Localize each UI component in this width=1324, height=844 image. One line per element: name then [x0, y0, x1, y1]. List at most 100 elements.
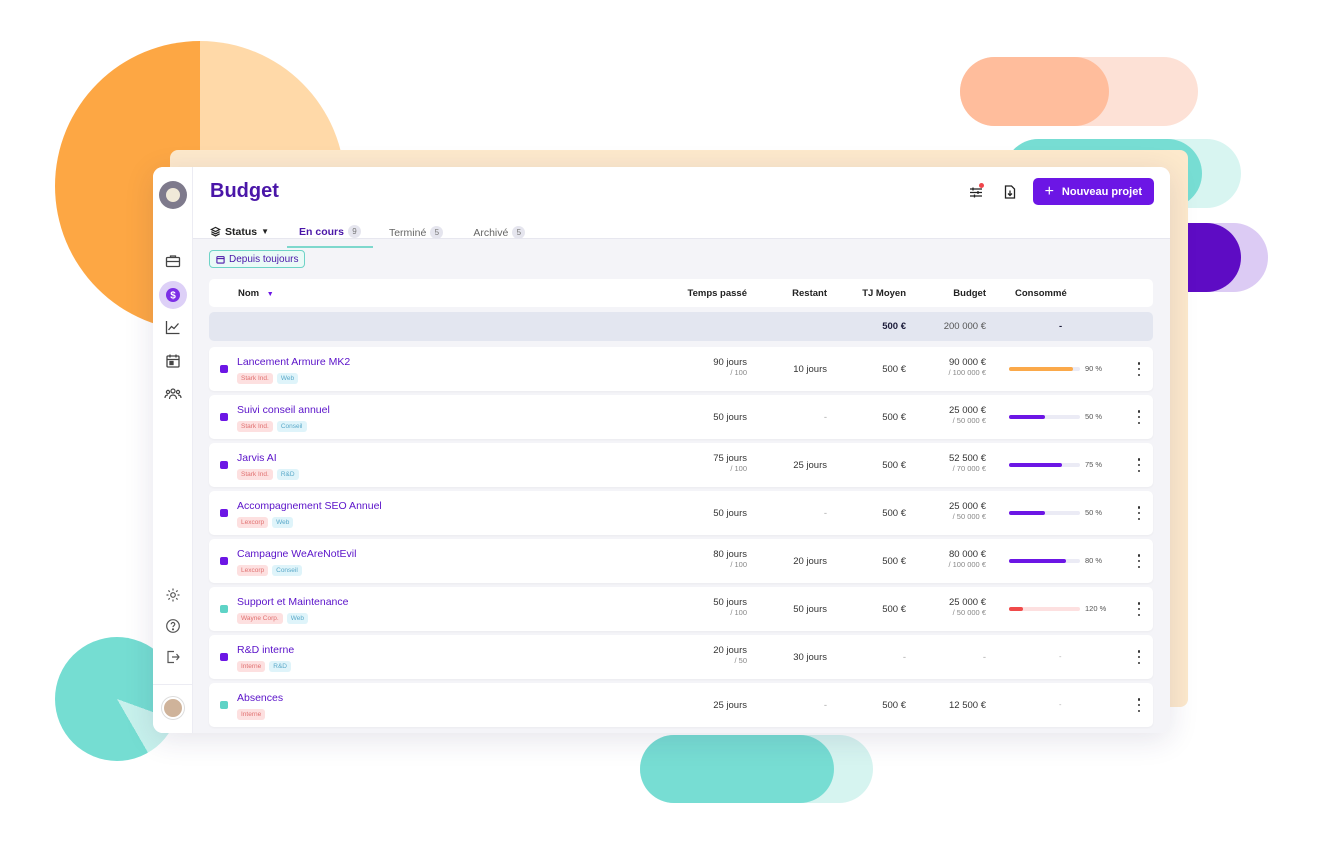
date-filter-chip[interactable]: Depuis toujours — [209, 250, 306, 268]
row-menu-kebab-icon[interactable] — [1137, 362, 1141, 376]
remaining-cell: 25 jours — [793, 460, 827, 471]
settings-gear-icon[interactable] — [161, 583, 185, 607]
consumption-percent: 80 % — [1085, 556, 1103, 565]
new-project-button[interactable]: + Nouveau projet — [1032, 178, 1154, 205]
client-tag: Stark Ind. — [237, 469, 273, 480]
time-spent-cell: 25 jours — [713, 700, 747, 711]
layers-icon — [210, 226, 221, 237]
project-tags: Stark Ind. Web — [237, 373, 299, 384]
table-row[interactable]: Jarvis AI Stark Ind. R&D 75 jours/ 100 25 jo… — [209, 443, 1153, 487]
table-row[interactable]: Support et Maintenance Wayne Corp. Web 50 j… — [209, 587, 1153, 631]
time-total: / 100 — [730, 608, 747, 617]
chart-trend-icon[interactable] — [161, 315, 185, 339]
row-menu-kebab-icon[interactable] — [1137, 410, 1141, 424]
project-name[interactable]: Campagne WeAreNotEvil — [237, 548, 356, 560]
status-dropdown[interactable]: Status ▼ — [210, 226, 269, 238]
time-spent: 90 jours — [713, 357, 747, 368]
project-name[interactable]: R&D interne — [237, 644, 294, 656]
budget-total: / 50 000 € — [952, 608, 986, 617]
consumption-progress-bar — [1009, 367, 1080, 371]
col-avg-rate[interactable]: TJ Moyen — [862, 288, 906, 299]
time-spent: 75 jours — [713, 453, 747, 464]
row-menu-kebab-icon[interactable] — [1137, 698, 1141, 712]
project-name[interactable]: Accompagnement SEO Annuel — [237, 500, 382, 512]
consumption-percent: 50 % — [1085, 508, 1103, 517]
time-spent-cell: 90 jours/ 100 — [713, 357, 747, 377]
col-consumed[interactable]: Consommé — [1015, 288, 1067, 299]
avg-rate-cell: 500 € — [882, 700, 906, 711]
filter-settings-button[interactable] — [965, 181, 987, 203]
time-spent: 50 jours — [713, 597, 747, 608]
project-color-marker — [220, 413, 228, 421]
client-tag: Wayne Corp. — [237, 613, 283, 624]
page-title: Budget — [210, 180, 279, 202]
project-tags: Wayne Corp. Web — [237, 613, 308, 624]
date-filter-label: Depuis toujours — [229, 253, 299, 265]
time-total: / 100 — [730, 560, 747, 569]
table-row[interactable]: Absences Interne 25 jours - 500 € 12 500 € - — [209, 683, 1153, 727]
remaining-cell: 30 jours — [793, 652, 827, 663]
briefcase-icon[interactable] — [161, 249, 185, 273]
project-color-marker — [220, 605, 228, 613]
col-name-label: Nom — [238, 288, 260, 299]
tab-en-cours[interactable]: En cours 9 — [287, 223, 373, 248]
project-color-marker — [220, 509, 228, 517]
project-color-marker — [220, 461, 228, 469]
remaining-cell: 10 jours — [793, 364, 827, 375]
new-project-label: Nouveau projet — [1061, 185, 1142, 198]
app-logo[interactable] — [159, 181, 187, 209]
type-tag: Conseil — [276, 421, 307, 432]
project-name[interactable]: Lancement Armure MK2 — [237, 356, 350, 368]
tab-termine[interactable]: Terminé 5 — [388, 224, 444, 247]
total-avg-rate: 500 € — [882, 321, 906, 332]
col-name[interactable]: Nom ▼ — [238, 288, 274, 299]
project-tags: Lexcorp Conseil — [237, 565, 302, 576]
time-spent-cell: 80 jours/ 100 — [713, 549, 747, 569]
table-row[interactable]: Accompagnement SEO Annuel Lexcorp Web 50 jo… — [209, 491, 1153, 535]
budget-spent: 52 500 € — [949, 453, 986, 464]
table-row[interactable]: R&D interne Interne R&D 20 jours/ 50 30 jour… — [209, 635, 1153, 679]
time-spent: 50 jours — [713, 508, 747, 519]
project-name[interactable]: Jarvis AI — [237, 452, 277, 464]
type-tag: R&D — [276, 469, 299, 480]
export-button[interactable] — [999, 181, 1021, 203]
project-name[interactable]: Support et Maintenance — [237, 596, 349, 608]
plus-icon: + — [1044, 182, 1054, 200]
client-tag: Lexcorp — [237, 565, 269, 576]
row-menu-kebab-icon[interactable] — [1137, 506, 1141, 520]
col-remaining[interactable]: Restant — [792, 288, 827, 299]
client-tag: Lexcorp — [237, 517, 269, 528]
project-tags: Interne R&D — [237, 661, 291, 672]
budget-dollar-icon[interactable]: $ — [159, 281, 187, 309]
budget-cell: 52 500 €/ 70 000 € — [949, 453, 986, 473]
decorative-pill — [960, 57, 1109, 126]
col-time-spent[interactable]: Temps passé — [688, 288, 748, 299]
table-header: Nom ▼ Temps passé Restant TJ Moyen Budge… — [209, 279, 1153, 307]
calendar-small-icon — [216, 255, 225, 264]
row-menu-kebab-icon[interactable] — [1137, 458, 1141, 472]
col-budget[interactable]: Budget — [953, 288, 986, 299]
table-row[interactable]: Lancement Armure MK2 Stark Ind. Web 90 jour… — [209, 347, 1153, 391]
user-avatar[interactable] — [162, 697, 184, 719]
table-row[interactable]: Suivi conseil annuel Stark Ind. Conseil 50 … — [209, 395, 1153, 439]
time-spent: 80 jours — [713, 549, 747, 560]
budget-spent: 12 500 € — [949, 700, 986, 711]
page-header: Budget Status ▼ En cours 9 Terminé 5 Arc… — [193, 167, 1170, 248]
help-icon[interactable] — [161, 614, 185, 638]
budget-total: / 70 000 € — [952, 464, 986, 473]
team-icon[interactable] — [161, 382, 185, 406]
project-name[interactable]: Suivi conseil annuel — [237, 404, 330, 416]
project-name[interactable]: Absences — [237, 692, 283, 704]
table-row[interactable]: Campagne WeAreNotEvil Lexcorp Conseil 80 jo… — [209, 539, 1153, 583]
budget-cell: 90 000 €/ 100 000 € — [948, 357, 986, 377]
main-content: Budget Status ▼ En cours 9 Terminé 5 Arc… — [193, 167, 1170, 733]
tab-label: Terminé — [388, 226, 427, 239]
tab-archive[interactable]: Archivé 5 — [473, 224, 526, 247]
calendar-icon[interactable] — [161, 349, 185, 373]
budget-spent: 80 000 € — [949, 549, 986, 560]
row-menu-kebab-icon[interactable] — [1137, 650, 1141, 664]
row-menu-kebab-icon[interactable] — [1137, 602, 1141, 616]
row-menu-kebab-icon[interactable] — [1137, 554, 1141, 568]
logout-icon[interactable] — [161, 645, 185, 669]
client-tag: Interne — [237, 661, 266, 672]
